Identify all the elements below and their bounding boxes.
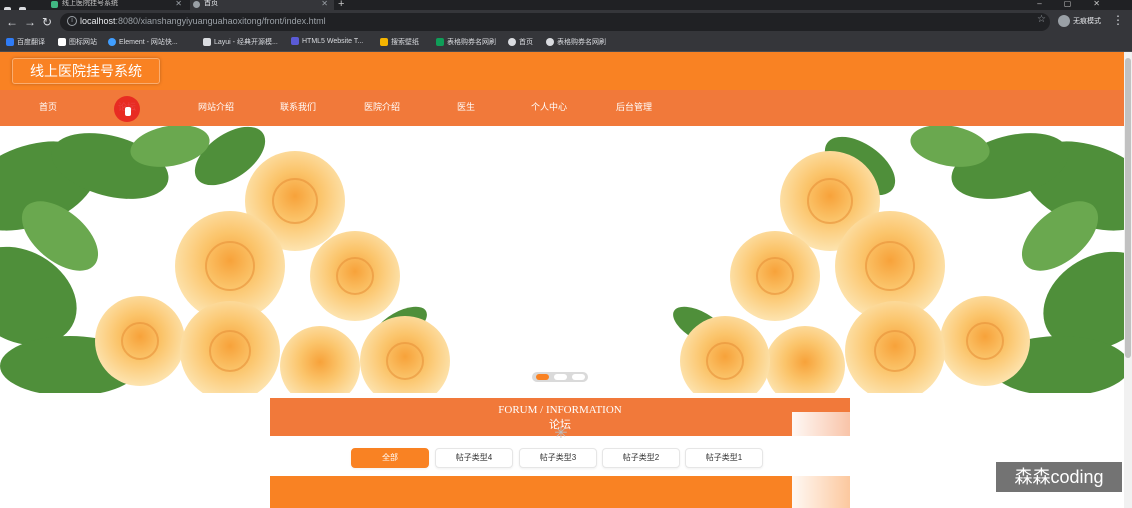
window-controls[interactable]: –▢✕ (1037, 0, 1122, 8)
close-icon[interactable]: ✕ (321, 0, 328, 8)
globe-icon (546, 38, 554, 47)
scrollbar-thumb[interactable] (1125, 58, 1131, 358)
nav-item-home[interactable]: 首页 (39, 90, 57, 126)
incognito-icon (1058, 15, 1070, 27)
info-icon[interactable]: i (67, 16, 77, 26)
address-bar: ← → ↻ i localhost:8080/xianshangyiyuangu… (0, 10, 1132, 34)
globe-icon (508, 38, 516, 47)
bookmark-item[interactable]: Layui - 经典开源模... (203, 37, 278, 47)
tab-title: 首页 (204, 0, 218, 7)
layui-icon (203, 38, 211, 47)
tab-title: 线上医院挂号系统 (62, 0, 118, 7)
click-cursor-indicator (114, 96, 140, 122)
filter-all-button[interactable]: 全部 (351, 448, 429, 468)
bookmark-item[interactable]: HTML5 Website T... (291, 37, 363, 45)
sheet-icon (436, 38, 444, 47)
main-nav: 首页 论坛 网站介绍 联系我们 医院介绍 医生 个人中心 后台管理 (0, 90, 1124, 126)
profile-button[interactable]: 无痕模式 (1058, 15, 1101, 27)
filter-type3-button[interactable]: 帖子类型3 (519, 448, 597, 468)
bookmark-item[interactable]: 图标网站 (58, 37, 97, 47)
bookmark-item[interactable]: Element - 网站快... (108, 37, 178, 47)
element-icon (108, 38, 116, 47)
browser-tab-active[interactable]: 首页 ✕ (190, 0, 334, 10)
browser-tab[interactable]: 线上医院挂号系统 ✕ (48, 0, 188, 10)
forum-title-en: FORUM / INFORMATION (498, 404, 622, 416)
blurred-overlay (792, 412, 852, 508)
bookmark-icon (6, 38, 14, 47)
site-header: 线上医院挂号系统 (0, 52, 1124, 90)
forward-icon[interactable]: → (24, 15, 36, 29)
nav-item-hospital-intro[interactable]: 医院介绍 (364, 90, 400, 126)
back-icon[interactable]: ← (6, 15, 18, 29)
carousel-dot-1[interactable] (536, 374, 549, 380)
reload-icon[interactable]: ↻ (42, 15, 52, 29)
watermark: 森森coding (996, 462, 1122, 492)
bookmark-item[interactable]: 首页 (508, 37, 533, 47)
menu-icon[interactable]: ⋮ (1112, 13, 1124, 27)
loading-spinner-icon: ✳ (554, 425, 568, 442)
flag-icon (58, 38, 66, 47)
nav-item-site-intro[interactable]: 网站介绍 (198, 90, 234, 126)
close-icon[interactable]: ✕ (175, 0, 182, 8)
banner-carousel[interactable] (0, 126, 1124, 393)
nav-item-personal-center[interactable]: 个人中心 (531, 90, 567, 126)
carousel-dot-3[interactable] (572, 374, 585, 380)
carousel-indicators (532, 372, 588, 382)
browser-tab-bar: 线上医院挂号系统 ✕ 首页 ✕ + –▢✕ (0, 0, 1132, 14)
html5-icon (291, 37, 299, 45)
bookmark-item[interactable]: 搜索壁纸 (380, 37, 419, 47)
forum-list-header (270, 476, 850, 508)
folder-icon (380, 38, 388, 47)
rose-banner-image (0, 126, 1124, 393)
filter-type2-button[interactable]: 帖子类型2 (602, 448, 680, 468)
vue-icon (51, 1, 58, 8)
url-text: localhost:8080/xianshangyiyuanguahaoxito… (80, 16, 326, 26)
bookmark-item[interactable]: 表格购券名网刷 (436, 37, 496, 47)
url-input[interactable]: i localhost:8080/xianshangyiyuanguahaoxi… (60, 13, 1050, 31)
browser-corner-icons (4, 1, 44, 14)
page-scrollbar[interactable] (1124, 52, 1132, 508)
nav-item-doctor[interactable]: 医生 (457, 90, 475, 126)
forum-filter-bar: 全部 帖子类型4 帖子类型3 帖子类型2 帖子类型1 (270, 446, 790, 470)
bookmarks-bar: 百度翻译 图标网站 Element - 网站快... Layui - 经典开源模… (0, 34, 1132, 52)
carousel-dot-2[interactable] (554, 374, 567, 380)
nav-item-contact[interactable]: 联系我们 (280, 90, 316, 126)
site-logo[interactable]: 线上医院挂号系统 (12, 58, 160, 84)
filter-type4-button[interactable]: 帖子类型4 (435, 448, 513, 468)
filter-type1-button[interactable]: 帖子类型1 (685, 448, 763, 468)
nav-item-admin[interactable]: 后台管理 (616, 90, 652, 126)
globe-icon (193, 1, 200, 8)
new-tab-icon[interactable]: + (338, 0, 344, 10)
bookmark-item[interactable]: 表格购券名网刷 (546, 37, 606, 47)
bookmark-star-icon[interactable]: ☆ (1037, 14, 1046, 25)
bookmark-item[interactable]: 百度翻译 (6, 37, 45, 47)
